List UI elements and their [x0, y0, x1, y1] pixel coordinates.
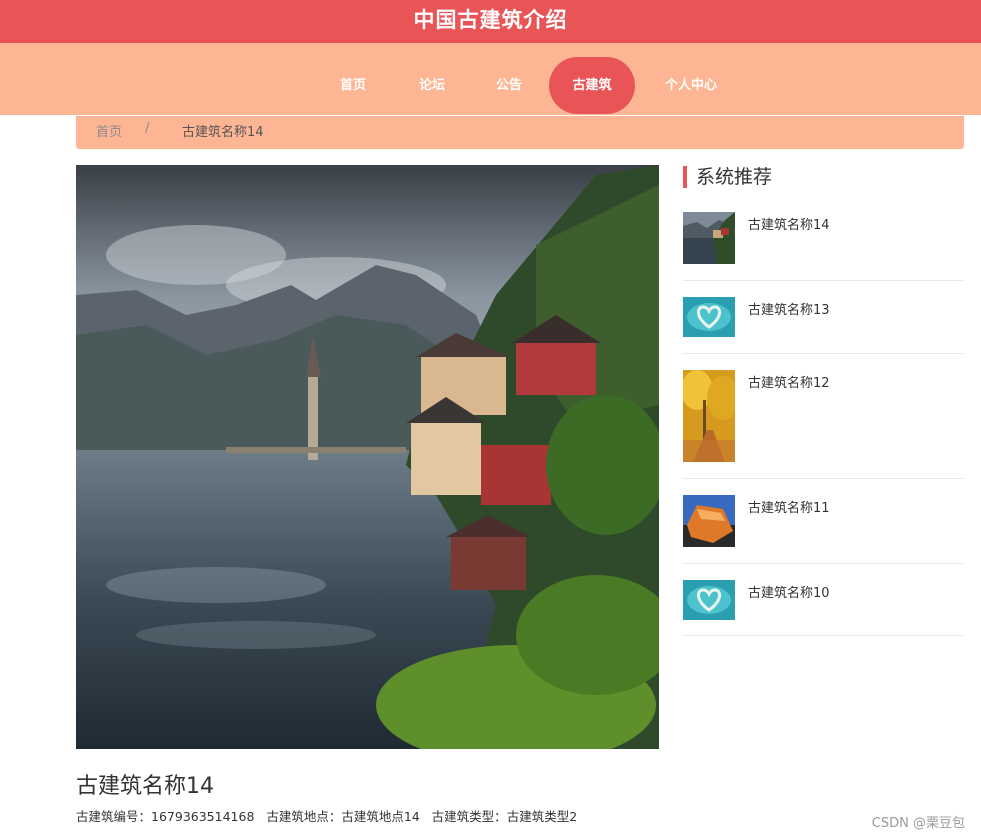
- breadcrumb-home-link[interactable]: 首页: [96, 121, 122, 140]
- type-label: 古建筑类型：: [431, 809, 507, 824]
- main-nav: 首页 论坛 公告 古建筑 个人中心: [0, 43, 981, 115]
- site-header: 中国古建筑介绍: [0, 0, 981, 43]
- autumn-path-thumb-icon: [683, 370, 735, 462]
- heart-island-thumb-icon: [683, 297, 735, 337]
- type-value: 古建筑类型2: [506, 809, 578, 824]
- recommend-item[interactable]: 古建筑名称12: [683, 370, 963, 479]
- nav-item-architecture[interactable]: 古建筑: [549, 57, 635, 114]
- breadcrumb-separator: /: [145, 121, 150, 136]
- lakeside-village-thumb-icon: [683, 212, 735, 264]
- location-value: 古建筑地点14: [341, 809, 420, 824]
- site-title: 中国古建筑介绍: [413, 8, 568, 32]
- sidebar-heading: 系统推荐: [683, 166, 772, 188]
- number-value: 1679363514168: [151, 809, 255, 824]
- nav-item-home[interactable]: 首页: [326, 57, 380, 114]
- detail-meta: 古建筑编号：1679363514168 古建筑地点：古建筑地点14 古建筑类型：…: [76, 806, 577, 825]
- recommend-item-name: 古建筑名称10: [748, 586, 830, 601]
- nav-item-notice[interactable]: 公告: [482, 57, 536, 114]
- lakeside-village-photo-icon: [76, 165, 659, 749]
- recommend-item[interactable]: 古建筑名称14: [683, 212, 963, 281]
- recommend-item[interactable]: 古建筑名称13: [683, 297, 963, 354]
- orange-rock-thumb-icon: [683, 495, 735, 547]
- recommend-item-name: 古建筑名称11: [748, 501, 830, 516]
- nav-item-user-center[interactable]: 个人中心: [656, 57, 726, 114]
- recommend-item[interactable]: 古建筑名称11: [683, 495, 963, 564]
- watermark: CSDN @栗豆包: [871, 816, 965, 831]
- recommend-item[interactable]: 古建筑名称10: [683, 580, 963, 636]
- recommend-item-name: 古建筑名称13: [748, 303, 830, 318]
- detail-image: [76, 165, 659, 749]
- recommend-item-name: 古建筑名称12: [748, 376, 830, 391]
- location-label: 古建筑地点：: [266, 809, 342, 824]
- breadcrumb: 首页 / 古建筑名称14: [76, 116, 964, 149]
- recommend-item-name: 古建筑名称14: [748, 218, 830, 233]
- detail-title: 古建筑名称14: [76, 774, 214, 799]
- breadcrumb-current: 古建筑名称14: [182, 125, 264, 140]
- number-label: 古建筑编号：: [76, 809, 152, 824]
- nav-item-forum[interactable]: 论坛: [405, 57, 459, 114]
- heart-island-thumb-icon: [683, 580, 735, 620]
